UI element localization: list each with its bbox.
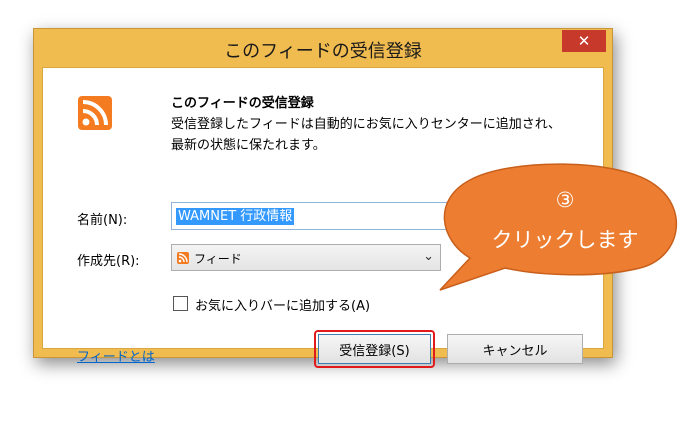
dialog-heading: このフィードの受信登録 xyxy=(171,96,314,111)
callout-message: クリックします xyxy=(491,228,639,252)
close-button[interactable]: ✕ xyxy=(562,30,606,52)
about-feeds-link[interactable]: フィードとは xyxy=(77,346,155,365)
name-input-value: WAMNET 行政情報 xyxy=(176,208,295,225)
dialog-description: 受信登録したフィードは自動的にお気に入りセンターに追加され、最新の状態に保たれま… xyxy=(171,117,561,153)
rss-icon xyxy=(177,252,189,264)
title-bar[interactable]: このフィードの受信登録 ✕ xyxy=(34,29,612,67)
destination-value: フィード xyxy=(194,252,242,266)
name-input[interactable]: WAMNET 行政情報 xyxy=(171,202,471,230)
destination-select[interactable]: フィード ⌄ xyxy=(171,244,441,271)
cancel-button[interactable]: キャンセル xyxy=(447,334,583,364)
name-label: 名前(N): xyxy=(77,213,128,228)
chevron-down-icon: ⌄ xyxy=(423,249,434,264)
favorites-bar-checkbox[interactable] xyxy=(173,296,188,311)
rss-icon xyxy=(78,96,112,130)
subscribe-button[interactable]: 受信登録(S) xyxy=(318,334,431,364)
favorites-bar-label[interactable]: お気に入りバーに追加する(A) xyxy=(195,295,370,314)
destination-label: 作成先(R): xyxy=(77,254,140,269)
callout-number: ③ xyxy=(555,188,575,212)
close-icon: ✕ xyxy=(577,32,591,50)
window-title: このフィードの受信登録 xyxy=(224,41,422,62)
